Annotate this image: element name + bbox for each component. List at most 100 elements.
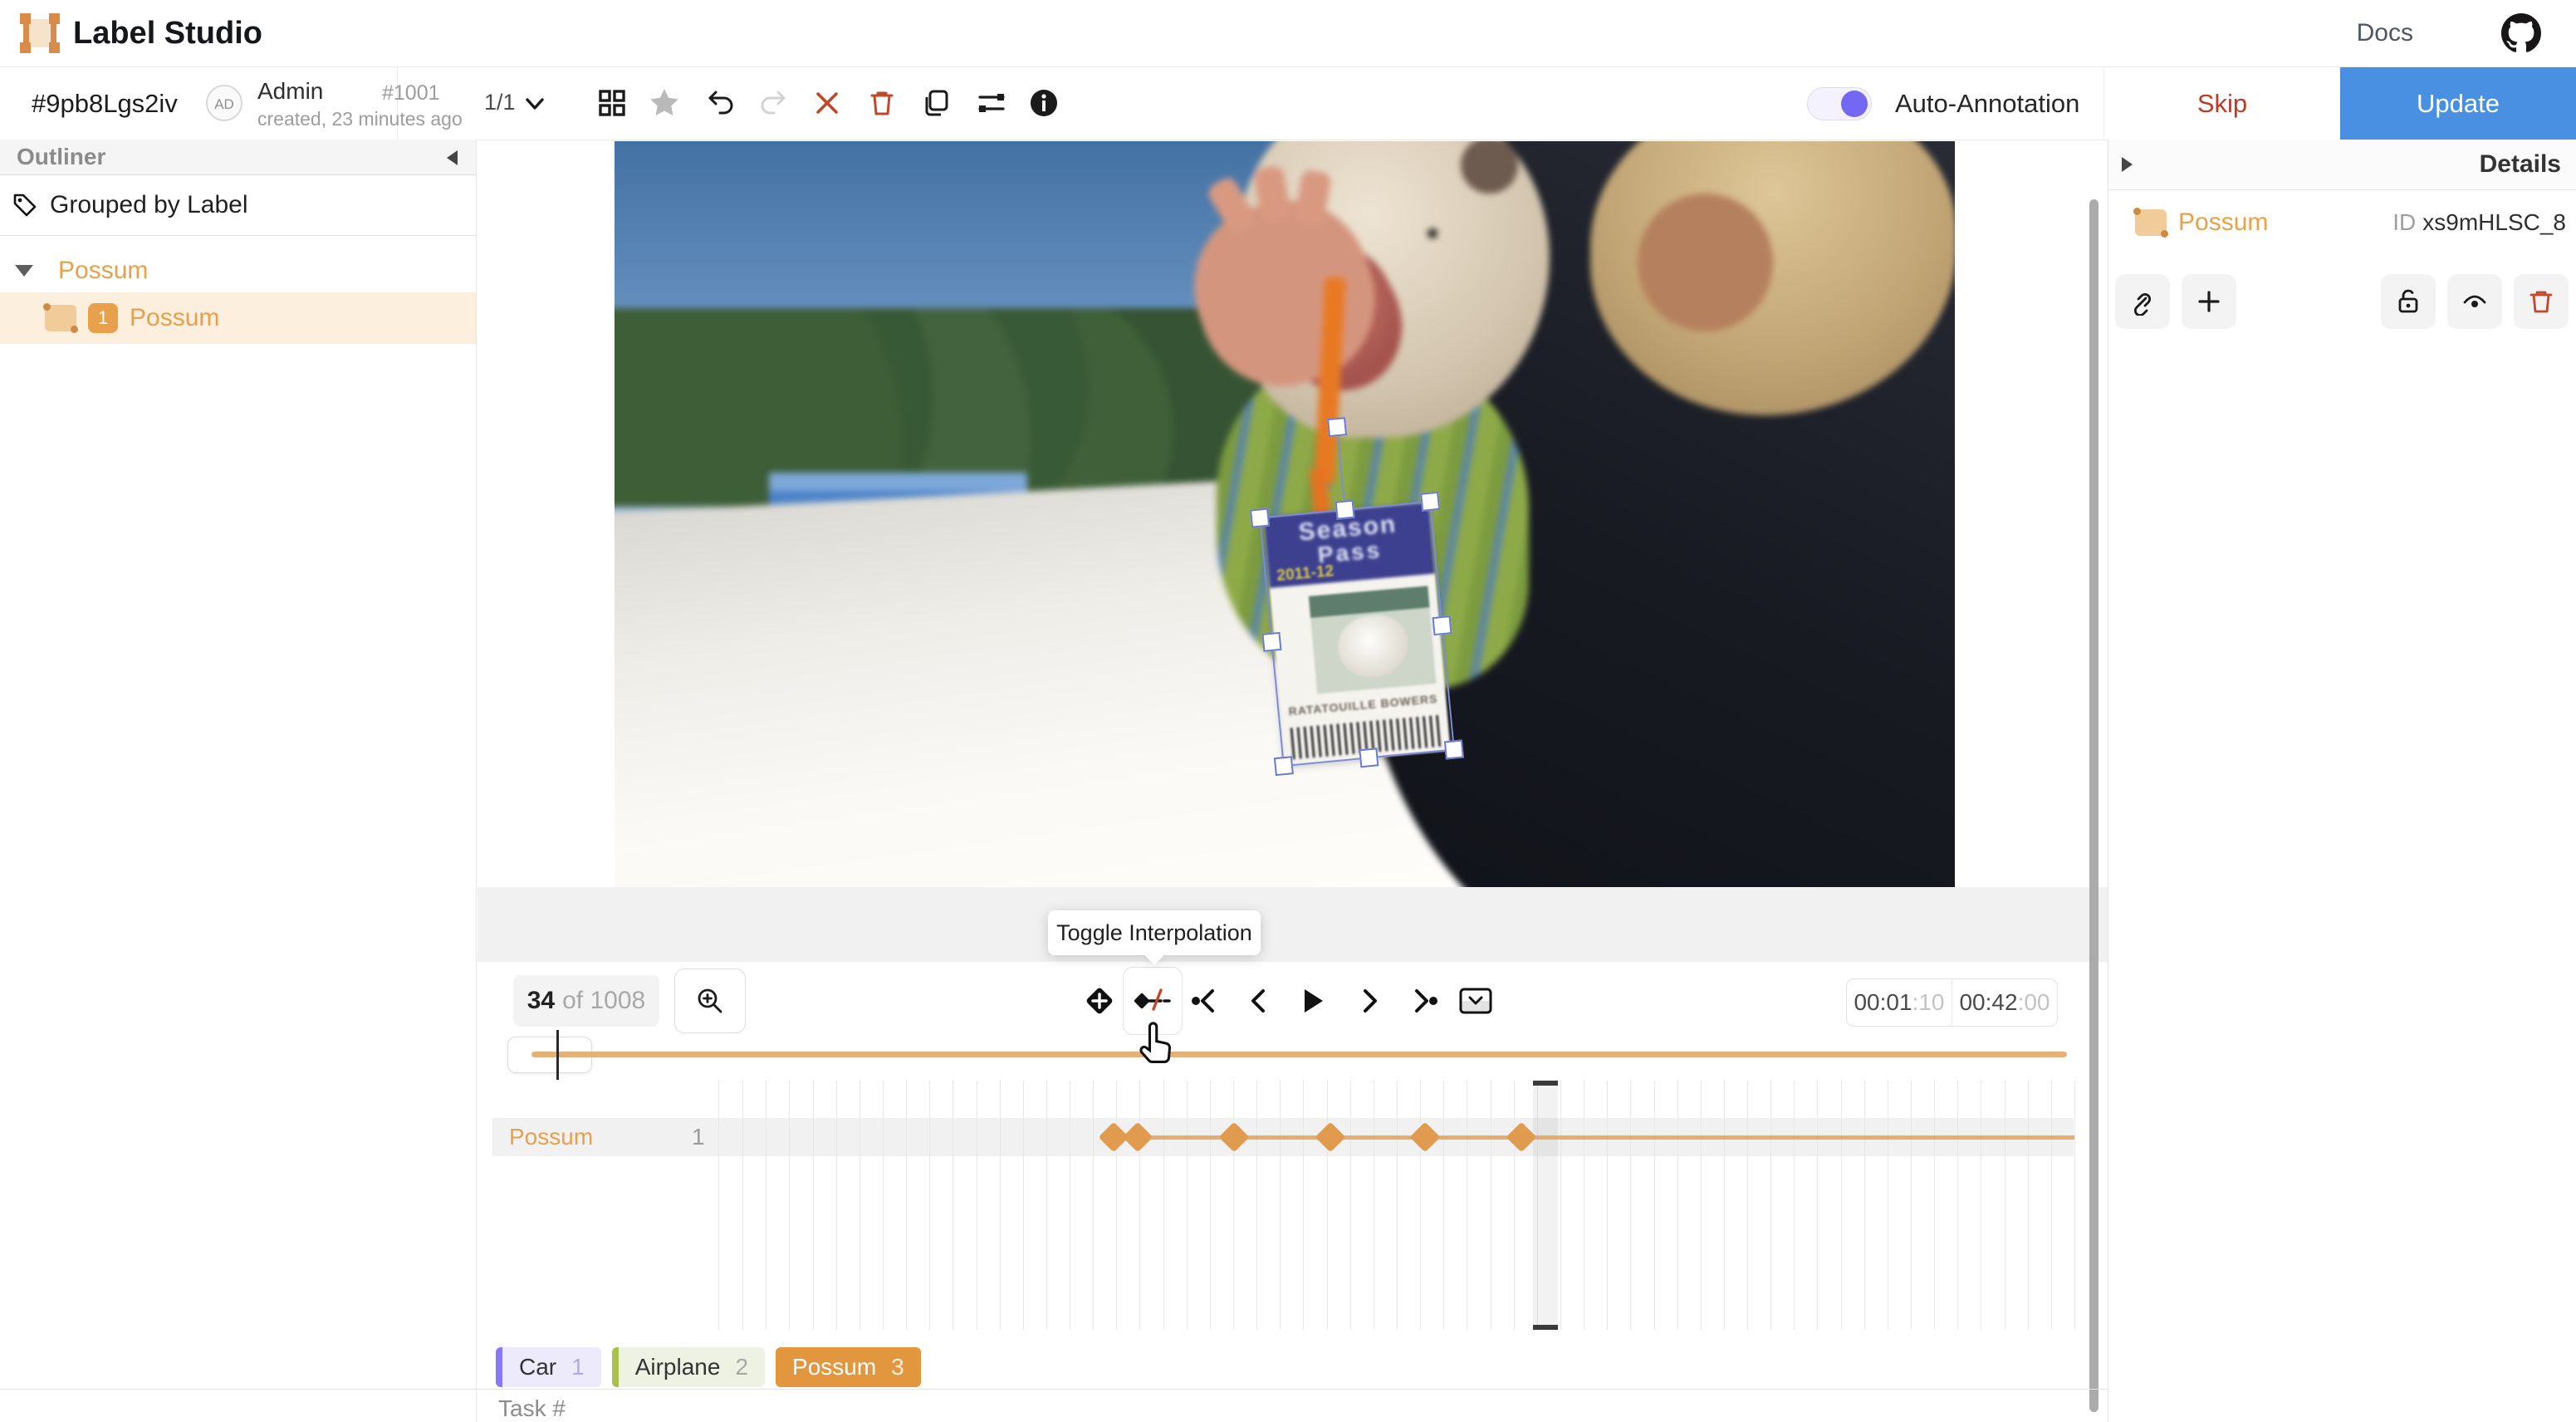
grid-line (2051, 1081, 2052, 1330)
chevron-down-icon[interactable] (522, 91, 548, 117)
grid-line (1911, 1081, 1912, 1330)
bbox-handle-se[interactable] (1444, 739, 1464, 759)
keyframe-marker[interactable] (1506, 1122, 1537, 1153)
vertical-scrollbar[interactable] (2089, 199, 2099, 1412)
eye-icon (2461, 287, 2489, 316)
grid-line (836, 1081, 837, 1330)
timeline-zoom-button[interactable] (674, 968, 746, 1033)
skip-button[interactable]: Skip (2103, 67, 2340, 140)
delete-region-button[interactable] (2514, 274, 2569, 329)
label-chip-possum[interactable]: Possum 3 (776, 1347, 921, 1387)
timeline-playhead[interactable] (1533, 1081, 1558, 1330)
frame-current: 34 (527, 987, 555, 1014)
region-item-possum[interactable]: 1 Possum (0, 292, 476, 344)
grid-line (1443, 1081, 1444, 1330)
grid-line (1817, 1081, 1818, 1330)
keyframe-marker[interactable] (1315, 1122, 1346, 1153)
user-avatar[interactable]: AD (206, 85, 242, 121)
outliner-panel: Outliner Grouped by Label Possum 1 Possu… (0, 140, 477, 1422)
grid-line (1163, 1081, 1164, 1330)
grid-line (1630, 1081, 1631, 1330)
prev-keypoint-button[interactable] (1183, 978, 1229, 1024)
collapse-panel-icon[interactable] (447, 150, 458, 165)
time-current-frames: :10 (1912, 989, 1945, 1015)
relation-button[interactable] (2115, 274, 2170, 329)
grid-icon (597, 88, 627, 118)
toggle-knob (1841, 91, 1868, 117)
label-chips: Car 1 Airplane 2 Possum 3 (496, 1347, 921, 1387)
bbox-handle-w[interactable] (1261, 632, 1281, 652)
grid-line (1303, 1081, 1304, 1330)
grid-line (1677, 1081, 1678, 1330)
next-keypoint-button[interactable] (1400, 978, 1447, 1024)
frames-grid[interactable] (718, 1081, 2074, 1330)
possum-eye (1428, 228, 1437, 238)
grid-line (1397, 1081, 1398, 1330)
label-group-possum[interactable]: Possum (0, 249, 476, 292)
copy-annotation-button[interactable] (913, 80, 959, 126)
region-id-prefix: ID (2392, 209, 2416, 235)
docs-link[interactable]: Docs (2357, 0, 2413, 66)
reset-button[interactable] (804, 80, 850, 126)
grid-line (1864, 1081, 1865, 1330)
next-frame-button[interactable] (1345, 978, 1392, 1024)
add-meta-button[interactable] (2182, 274, 2236, 329)
update-button[interactable]: Update (2340, 67, 2576, 140)
keyframe-marker[interactable] (1123, 1122, 1153, 1153)
selected-region-row[interactable]: Possum IDxs9mHLSC_8 (2135, 199, 2566, 246)
grouping-label: Grouped by Label (50, 191, 248, 219)
caret-down-icon[interactable] (15, 265, 33, 277)
grid-line (1654, 1081, 1655, 1330)
grid-line (813, 1081, 814, 1330)
add-keyframe-button[interactable] (1076, 978, 1123, 1024)
label-chip-airplane[interactable]: Airplane 2 (612, 1347, 765, 1387)
person-face (1638, 194, 1773, 331)
bbox-handle-n[interactable] (1335, 500, 1355, 520)
play-button[interactable] (1289, 978, 1335, 1024)
keyframe-marker[interactable] (1410, 1122, 1441, 1153)
grouping-selector[interactable]: Grouped by Label (0, 175, 476, 236)
bbox-handle-nw[interactable] (1250, 508, 1270, 528)
seek-playhead[interactable] (556, 1030, 559, 1080)
annotation-number: #1001 (382, 81, 440, 105)
region-id-value: xs9mHLSC_8 (2422, 209, 2566, 235)
github-icon[interactable] (2501, 13, 2541, 53)
auto-annotation-toggle[interactable] (1807, 87, 1872, 120)
bbox-rotation-handle[interactable] (1327, 417, 1347, 437)
bbox-handle-s[interactable] (1359, 748, 1379, 767)
undo-button[interactable] (698, 80, 744, 126)
bbox-handle-ne[interactable] (1420, 492, 1440, 512)
seekbar[interactable] (492, 1030, 2074, 1080)
time-total: 00:42:00 (1952, 979, 2057, 1026)
lock-region-button[interactable] (2381, 274, 2436, 329)
time-current-main: 00:01 (1854, 989, 1912, 1015)
label-chip-name: Airplane (635, 1354, 721, 1380)
label-chip-car[interactable]: Car 1 (496, 1347, 601, 1387)
grid-line (859, 1081, 860, 1330)
grid-line (1747, 1081, 1748, 1330)
collapse-timeline-button[interactable] (1452, 978, 1499, 1024)
hide-region-button[interactable] (2447, 274, 2502, 329)
bbox-handle-sw[interactable] (1274, 756, 1294, 776)
info-button[interactable] (1021, 80, 1067, 126)
grid-line (2028, 1081, 2029, 1330)
grid-line (1023, 1081, 1024, 1330)
prev-frame-button[interactable] (1237, 978, 1283, 1024)
track-label[interactable]: Possum (509, 1124, 593, 1150)
grid-line (1116, 1081, 1117, 1330)
grid-view-button[interactable] (589, 80, 635, 126)
video-frame[interactable]: Season Pass 2011-12 RATATOUILLE BOWERS (615, 141, 1955, 887)
delete-annotation-button[interactable] (859, 80, 905, 126)
task-number-label: Task # (498, 1395, 566, 1422)
settings-button[interactable] (968, 80, 1015, 126)
grid-line (1560, 1081, 1561, 1330)
keyframe-marker[interactable] (1219, 1122, 1250, 1153)
grid-line (1187, 1081, 1188, 1330)
star-button[interactable] (641, 80, 688, 126)
grid-line (789, 1081, 790, 1330)
collapse-panel-icon[interactable] (2122, 157, 2133, 172)
collapse-box-icon (1457, 983, 1495, 1018)
possum-bounding-box[interactable] (1259, 501, 1455, 767)
redo-button[interactable] (750, 80, 796, 126)
bbox-handle-e[interactable] (1432, 615, 1452, 635)
